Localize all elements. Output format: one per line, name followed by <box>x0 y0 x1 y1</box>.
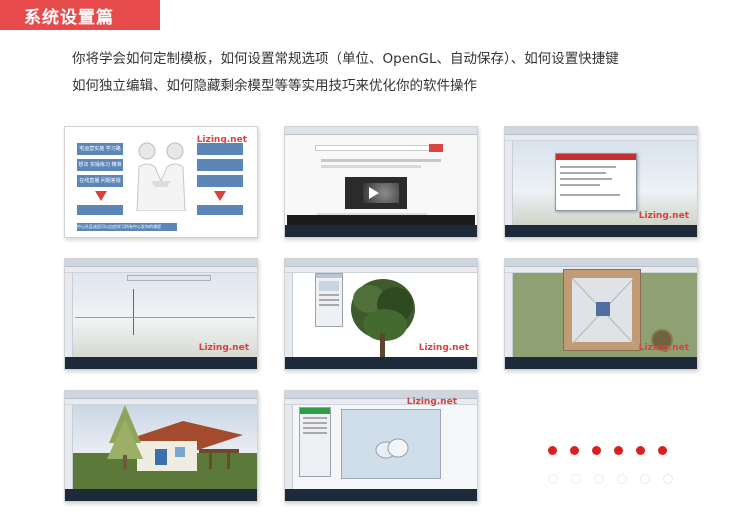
play-icon[interactable] <box>369 187 379 199</box>
pagination-dot[interactable] <box>570 446 579 455</box>
thumbnail-browser-video[interactable] <box>284 126 478 238</box>
pagination-empty <box>548 474 673 484</box>
handshake-icon <box>136 142 186 211</box>
pagination-dot[interactable] <box>636 446 645 455</box>
video-player[interactable] <box>345 177 407 209</box>
watermark: Lizing.net <box>638 343 689 353</box>
intro-text: 你将学会如何定制模板，如何设置常规选项（单位、OpenGL、自动保存）、如何设置… <box>72 46 692 100</box>
tree-icon <box>107 405 143 469</box>
preferences-dialog[interactable] <box>555 153 637 211</box>
slide-box-left-4 <box>77 205 123 215</box>
pagination-dot[interactable] <box>614 446 623 455</box>
roof-plan <box>563 269 641 351</box>
toolbar-panel[interactable] <box>127 275 211 281</box>
tree-icon <box>351 279 415 357</box>
pagination-dot[interactable] <box>617 474 627 484</box>
thumbnail-materials-dialog[interactable]: Lizing.net <box>284 390 478 502</box>
viewport-window[interactable] <box>341 409 441 479</box>
pagination-dot[interactable] <box>592 446 601 455</box>
slide-box-left-2: 想法 实操练习 精准方法 <box>77 159 123 180</box>
down-arrow-icon <box>95 191 107 201</box>
pagination-filled <box>548 446 667 455</box>
slide-bottom-note: 中心社区成员可以自由学习所有中心发布的课程 <box>77 223 177 231</box>
pagination-dot[interactable] <box>663 474 673 484</box>
thumbnail-tree-component[interactable]: Lizing.net <box>284 258 478 370</box>
pagination-dot[interactable] <box>548 474 558 484</box>
watermark: Lizing.net <box>406 397 457 407</box>
slide-box-right-4 <box>197 205 243 215</box>
video-caption-bar <box>287 215 475 225</box>
watermark: Lizing.net <box>638 211 689 221</box>
component-panel[interactable] <box>315 273 343 327</box>
pagination-dot[interactable] <box>658 446 667 455</box>
thumbnail-house-scene[interactable] <box>64 390 258 502</box>
pagination-dot[interactable] <box>571 474 581 484</box>
slide-box-right-3 <box>197 175 243 187</box>
thumbnail-preferences-dialog[interactable]: Lizing.net <box>504 126 698 238</box>
pagination-dot[interactable] <box>640 474 650 484</box>
thumbnail-empty-scene[interactable]: Lizing.net <box>64 258 258 370</box>
slide-box-left-1: 宅运营实施 学习路径规划 <box>77 143 123 164</box>
thumbnail-plan-view[interactable]: Lizing.net <box>504 258 698 370</box>
cloud-icon <box>375 438 409 459</box>
down-arrow-icon <box>214 191 226 201</box>
materials-panel[interactable] <box>299 407 331 477</box>
watermark: Lizing.net <box>198 343 249 353</box>
slide-box-right-1 <box>197 143 243 155</box>
section-title: 系统设置篇 <box>0 0 160 30</box>
intro-line-2: 如何独立编辑、如何隐藏剩余模型等等实用技巧来优化你的软件操作 <box>72 78 477 94</box>
slide-box-left-3: 在线直播 问题答疑 <box>77 175 123 187</box>
watermark: Lizing.net <box>418 343 469 353</box>
intro-line-1: 你将学会如何定制模板，如何设置常规选项（单位、OpenGL、自动保存）、如何设置… <box>72 51 619 67</box>
pagination-dot[interactable] <box>594 474 604 484</box>
slide-box-right-2 <box>197 159 243 171</box>
pagination-dot[interactable] <box>548 446 557 455</box>
thumbnail-template-slide[interactable]: Lizing.net 宅运营实施 学习路径规划 想法 实操练习 精准方法 在线直… <box>64 126 258 238</box>
